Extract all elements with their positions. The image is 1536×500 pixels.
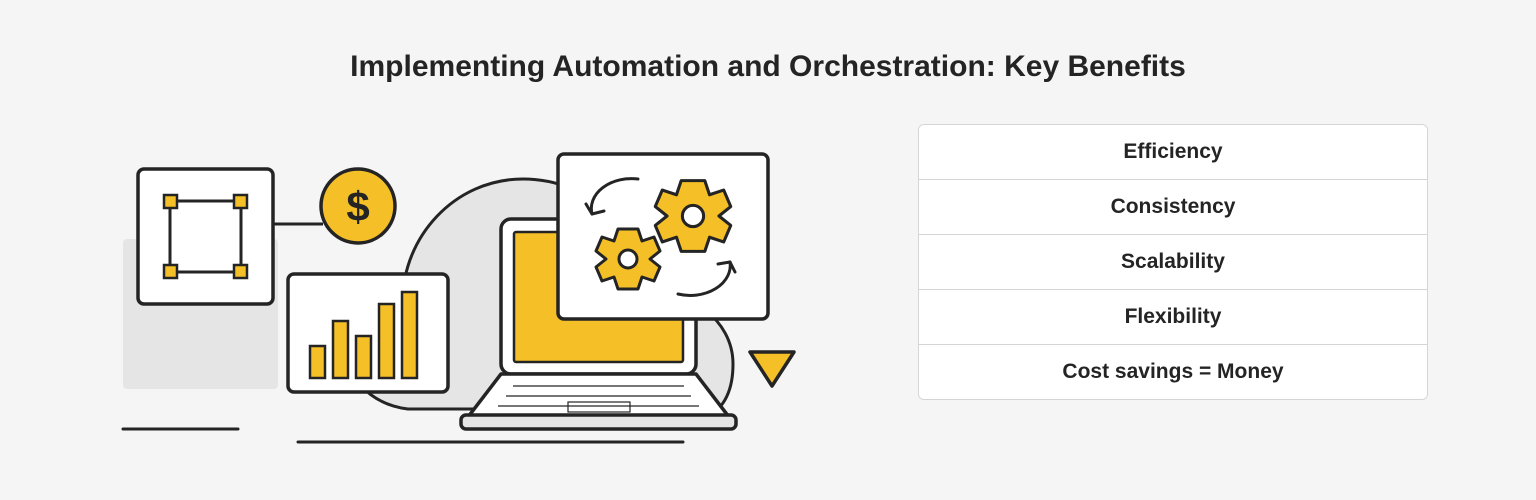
gears-window-icon (558, 154, 768, 319)
bounding-box-icon (138, 169, 273, 304)
illustration-svg: $ (108, 124, 828, 444)
cursor-icon (750, 352, 794, 386)
benefit-item-flexibility: Flexibility (919, 290, 1427, 345)
benefits-list: Efficiency Consistency Scalability Flexi… (918, 124, 1428, 400)
svg-text:$: $ (346, 183, 369, 230)
benefit-item-scalability: Scalability (919, 235, 1427, 290)
slide-container: Implementing Automation and Orchestratio… (0, 0, 1536, 500)
bar-chart-icon (288, 274, 448, 392)
benefit-item-efficiency: Efficiency (919, 125, 1427, 180)
dollar-coin-icon: $ (321, 169, 395, 243)
benefit-item-consistency: Consistency (919, 180, 1427, 235)
illustration-panel: $ (108, 124, 828, 444)
slide-title: Implementing Automation and Orchestratio… (350, 50, 1186, 84)
content-row: $ (0, 124, 1536, 444)
benefit-item-cost-savings: Cost savings = Money (919, 345, 1427, 399)
